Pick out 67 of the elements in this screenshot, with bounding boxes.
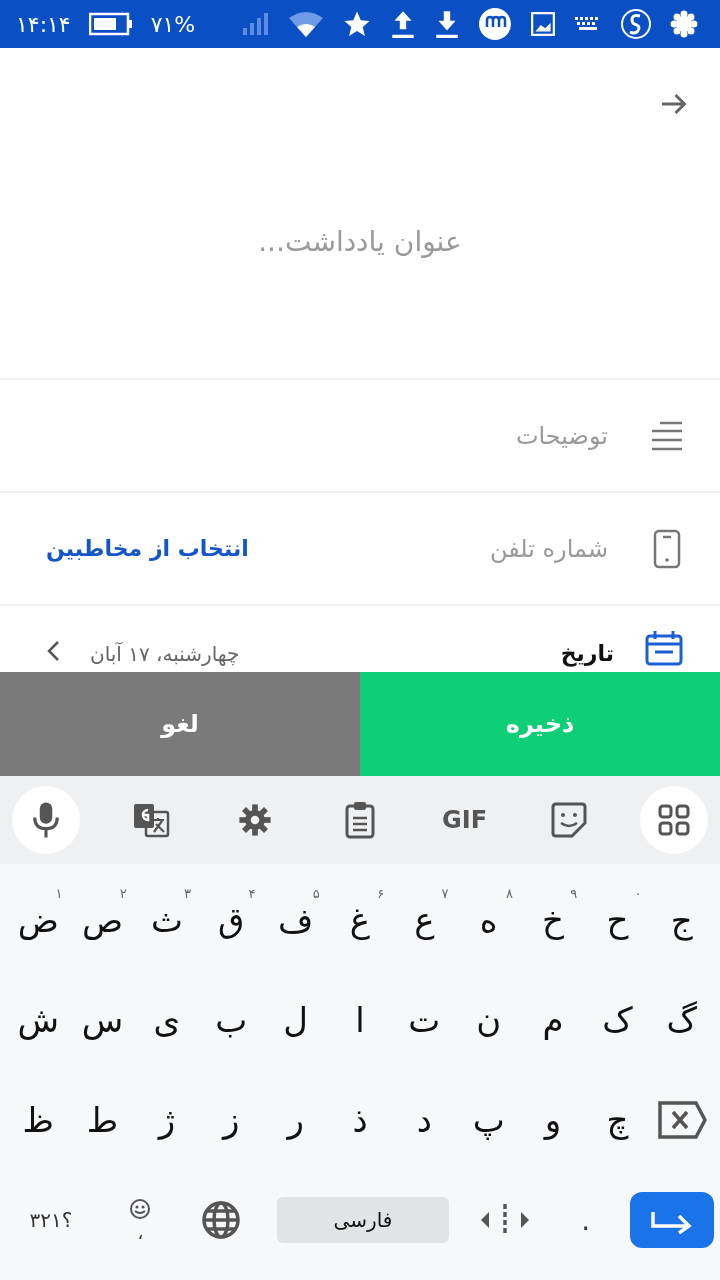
chevron-left-icon[interactable] xyxy=(46,640,60,662)
wifi-icon xyxy=(288,10,324,38)
letter-key[interactable]: ل xyxy=(263,980,328,1060)
letter-key[interactable]: ک xyxy=(585,980,650,1060)
date-value: چهارشنبه، ۱۷ آبان xyxy=(90,642,240,666)
letter-key[interactable]: ژ xyxy=(134,1080,200,1160)
letter-key[interactable]: و xyxy=(520,1080,586,1160)
letter-key[interactable]: ی xyxy=(134,980,200,1060)
letter-key[interactable]: ظ xyxy=(6,1080,71,1160)
letter-key[interactable]: س xyxy=(70,980,135,1060)
contacts-link[interactable]: انتخاب از مخاطبین xyxy=(46,536,249,561)
letter-key[interactable]: ا xyxy=(327,980,393,1060)
letter-key[interactable]: ط xyxy=(70,1080,135,1160)
gif-button[interactable]: GIF xyxy=(430,786,499,854)
calendar-icon xyxy=(644,630,684,666)
letter-key[interactable]: ت xyxy=(392,980,457,1060)
backspace-icon xyxy=(655,1100,708,1140)
title-field[interactable]: عنوان یادداشت... xyxy=(148,224,572,259)
sticker-icon xyxy=(550,801,589,839)
letter-key[interactable]: ر xyxy=(263,1080,328,1160)
upload-icon xyxy=(390,9,416,39)
comma-key[interactable]: ، xyxy=(104,1180,177,1260)
space-key[interactable]: فارسی xyxy=(277,1197,449,1243)
letter-key[interactable]: ش xyxy=(6,980,71,1060)
letter-key[interactable]: پ xyxy=(456,1080,521,1160)
microphone-icon xyxy=(31,801,61,839)
letter-key[interactable]: ۱ ض xyxy=(6,880,71,960)
enter-key[interactable] xyxy=(629,1192,714,1248)
period-key[interactable]: . xyxy=(549,1180,622,1260)
letter-key[interactable]: ز xyxy=(199,1080,264,1160)
settings-icon xyxy=(670,10,698,38)
letter-key[interactable]: د xyxy=(392,1080,457,1160)
letter-key[interactable]: گ xyxy=(649,980,714,1060)
globe-icon xyxy=(200,1200,241,1240)
letter-key[interactable]: م xyxy=(520,980,586,1060)
description-field[interactable]: توضیحات xyxy=(346,420,610,451)
letter-key[interactable]: ۷ ع xyxy=(392,880,457,960)
letter-key[interactable]: ۰ ح xyxy=(585,880,650,960)
smiley-icon xyxy=(129,1197,152,1220)
letter-key[interactable]: ۲ ص xyxy=(70,880,135,960)
letter-key[interactable]: ج xyxy=(649,880,714,960)
translate-icon xyxy=(131,802,170,838)
letter-key[interactable]: ۶ غ xyxy=(327,880,393,960)
letter-key[interactable]: ۵ ف xyxy=(263,880,328,960)
symbols-key[interactable]: ؟۳۲۱ xyxy=(6,1180,96,1260)
image-icon xyxy=(530,11,556,37)
letter-key[interactable]: ن xyxy=(456,980,521,1060)
app-icon xyxy=(478,7,512,41)
cancel-button[interactable]: لغو xyxy=(0,672,360,776)
letter-key[interactable]: ۹ خ xyxy=(520,880,586,960)
phone-field[interactable]: شماره تلفن xyxy=(346,533,610,564)
letter-key[interactable]: ذ xyxy=(327,1080,393,1160)
clock: ۱۴:۱۴ xyxy=(16,11,71,37)
letter-key[interactable]: ب xyxy=(199,980,264,1060)
signal-icon xyxy=(242,12,270,36)
chat-app-icon xyxy=(620,8,652,40)
battery-icon xyxy=(88,12,133,36)
download-icon xyxy=(434,9,460,39)
letter-key[interactable]: چ xyxy=(585,1080,650,1160)
clipboard-icon xyxy=(343,801,376,839)
letter-key[interactable]: ۸ ه xyxy=(456,880,521,960)
letter-key[interactable]: ۳ ث xyxy=(134,880,200,960)
date-label: تاریخ xyxy=(560,641,614,666)
settings-icon xyxy=(238,803,273,837)
letter-key[interactable]: ۴ ق xyxy=(199,880,264,960)
battery-percent: ۷۱% xyxy=(150,11,196,37)
grid-icon xyxy=(656,803,691,837)
